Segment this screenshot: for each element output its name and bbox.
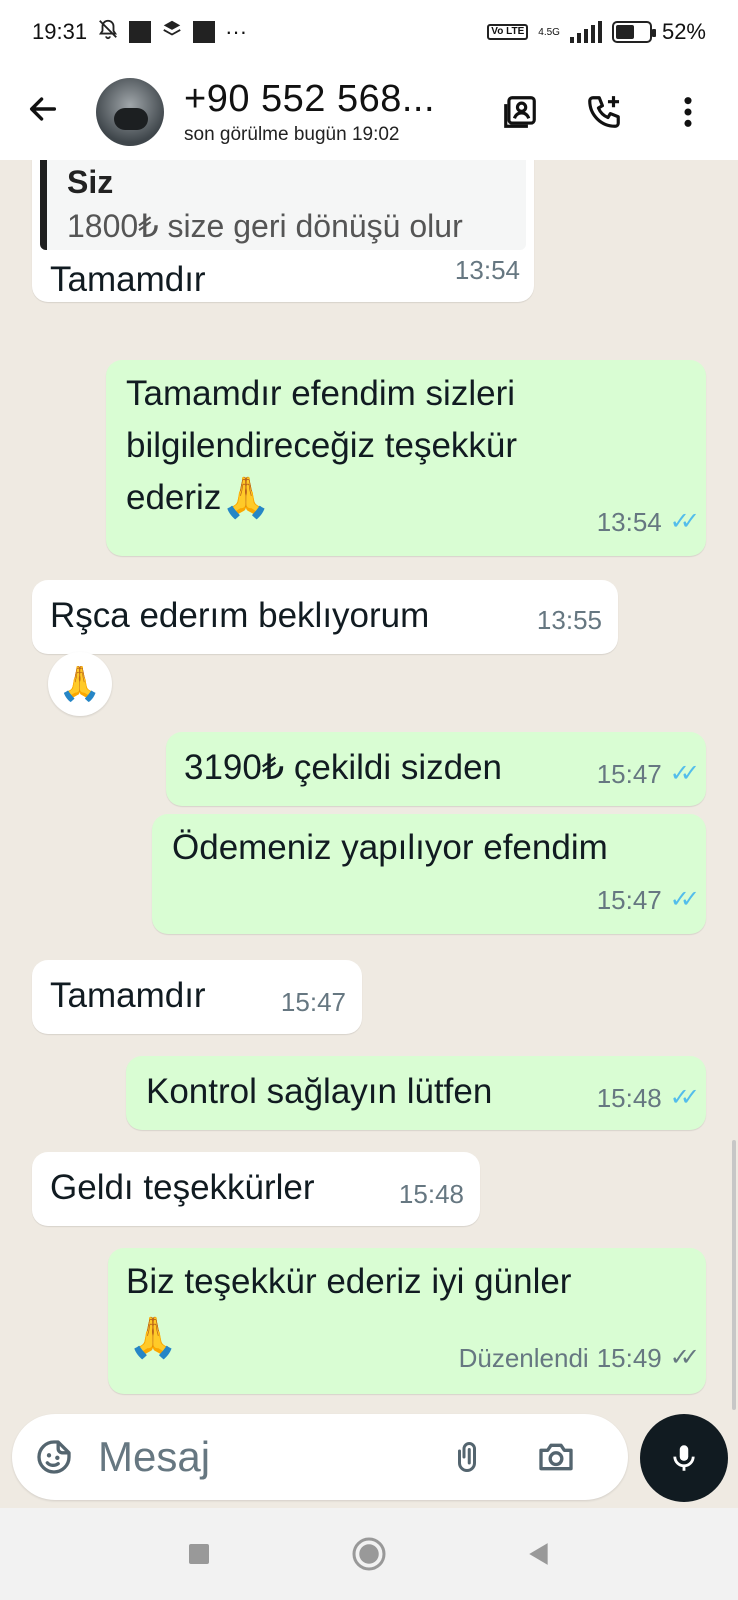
message-time: 15:47 (596, 759, 662, 789)
message-time: 15:47 (280, 987, 346, 1017)
quoted-message[interactable]: Siz 1800₺ size geri dönüşü olur (40, 160, 526, 250)
message-line: ederiz (126, 478, 222, 517)
mic-button[interactable] (640, 1414, 728, 1502)
muted-bell-icon (97, 18, 119, 46)
read-ticks-icon: ✓✓ (669, 508, 700, 535)
read-ticks-icon: ✓✓ (669, 760, 700, 787)
avatar[interactable] (96, 78, 164, 146)
last-seen: son görülme bugün 19:02 (184, 124, 400, 145)
layers-icon (161, 18, 183, 46)
status-more-dots: ··· (225, 19, 248, 44)
message-time: 13:54 (596, 507, 662, 537)
message-text: Ödemeniz yapılıyor efendim (172, 828, 608, 867)
back-arrow-icon[interactable] (26, 92, 66, 132)
praying-hands-emoji: 🙏 (128, 1316, 178, 1360)
message-text: Kontrol sağlayın lütfen (146, 1072, 493, 1111)
message-text: Tamamdır (50, 260, 206, 299)
back-nav-icon[interactable] (519, 1534, 559, 1574)
message-text: 3190₺ çekildi sizden (184, 748, 503, 787)
message-text: Tamamdır (50, 976, 206, 1015)
contact-name: +90 552 568... (184, 78, 436, 120)
contact-info[interactable]: +90 552 568... son görülme bugün 19:02 (184, 77, 435, 147)
attach-icon[interactable] (450, 1437, 490, 1477)
message-incoming[interactable]: Siz 1800₺ size geri dönüşü olur Tamamdır… (32, 160, 534, 302)
status-bar: 19:31 ··· Vo LTE 4.5G 52% (0, 0, 738, 64)
more-vertical-icon[interactable] (668, 92, 708, 132)
delivered-ticks-icon: ✓✓ (669, 1344, 700, 1371)
praying-hands-emoji: 🙏 (221, 476, 272, 520)
read-ticks-icon: ✓✓ (669, 886, 700, 913)
message-outgoing[interactable]: Ödemeniz yapılıyor efendim 15:47 ✓✓ (152, 814, 706, 934)
message-time: 13:54 (454, 255, 520, 285)
network-type: 4.5G (538, 26, 560, 38)
quoted-text: 1800₺ size geri dönüşü olur (67, 208, 463, 244)
message-time: 13:55 (536, 605, 602, 635)
message-outgoing[interactable]: 3190₺ çekildi sizden 15:47 ✓✓ (166, 732, 706, 806)
home-icon[interactable] (349, 1534, 389, 1574)
status-time: 19:31 (32, 19, 88, 44)
message-incoming[interactable]: Rşca ederım beklıyorum 13:55 (32, 580, 618, 654)
system-nav-bar (0, 1508, 738, 1600)
message-outgoing[interactable]: Tamamdır efendim sizleri bilgilendireceğ… (106, 360, 706, 556)
battery-percent: 52% (661, 19, 706, 44)
message-outgoing[interactable]: Biz teşekkür ederiz iyi günler 🙏 Düzenle… (108, 1248, 706, 1394)
message-incoming[interactable]: Tamamdır 15:47 (32, 960, 362, 1034)
message-time: 15:49 (596, 1343, 662, 1373)
message-incoming[interactable]: Geldı teşekkürler 15:48 (32, 1152, 480, 1226)
recents-icon[interactable] (179, 1534, 219, 1574)
read-ticks-icon: ✓✓ (669, 1084, 700, 1111)
battery-icon (611, 21, 656, 43)
message-line: bilgilendireceğiz teşekkür (126, 426, 518, 465)
camera-icon[interactable] (536, 1437, 576, 1477)
message-text: Rşca ederım beklıyorum (50, 596, 430, 635)
message-input[interactable] (98, 1433, 438, 1481)
message-outgoing[interactable]: Kontrol sağlayın lütfen 15:48 ✓✓ (126, 1056, 706, 1130)
message-time: 15:48 (398, 1179, 464, 1209)
notification-icon (129, 21, 152, 43)
add-call-icon[interactable] (584, 92, 624, 132)
edited-label: Düzenlendi (458, 1343, 589, 1373)
volte-icon: Vo LTE (487, 24, 529, 40)
contact-card-icon[interactable] (500, 92, 540, 132)
message-reaction[interactable]: 🙏 (48, 652, 112, 716)
message-composer (12, 1414, 628, 1500)
mic-icon (673, 1445, 695, 1471)
notification-icon (193, 21, 216, 43)
message-time: 15:48 (596, 1083, 662, 1113)
chat-header: +90 552 568... son görülme bugün 19:02 (0, 64, 738, 160)
message-line: Tamamdır efendim sizleri (126, 374, 515, 413)
signal-icon (569, 21, 602, 43)
sticker-icon[interactable] (34, 1437, 74, 1477)
message-text: Geldı teşekkürler (50, 1168, 315, 1207)
message-list[interactable]: Siz 1800₺ size geri dönüşü olur Tamamdır… (0, 160, 738, 1405)
scrollbar[interactable] (732, 1140, 736, 1410)
message-text: Biz teşekkür ederiz iyi günler (126, 1262, 572, 1301)
message-time: 15:47 (596, 885, 662, 915)
